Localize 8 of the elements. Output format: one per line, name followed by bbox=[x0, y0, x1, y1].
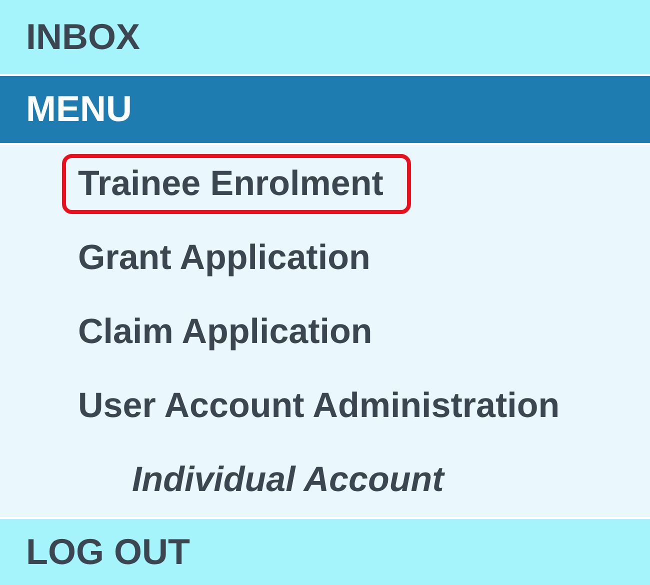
menu-item[interactable]: User Account Administration bbox=[62, 376, 588, 436]
menu-item[interactable]: Trainee Enrolment bbox=[62, 154, 412, 214]
menu-header[interactable]: LOG OUT bbox=[0, 517, 650, 585]
menu-header[interactable]: MENU bbox=[0, 76, 650, 146]
menu-item[interactable]: Claim Application bbox=[62, 302, 400, 362]
menu-item[interactable]: Individual Account bbox=[116, 450, 472, 510]
menu-item[interactable]: Grant Application bbox=[62, 228, 398, 288]
menu-header[interactable]: INBOX bbox=[0, 0, 650, 76]
